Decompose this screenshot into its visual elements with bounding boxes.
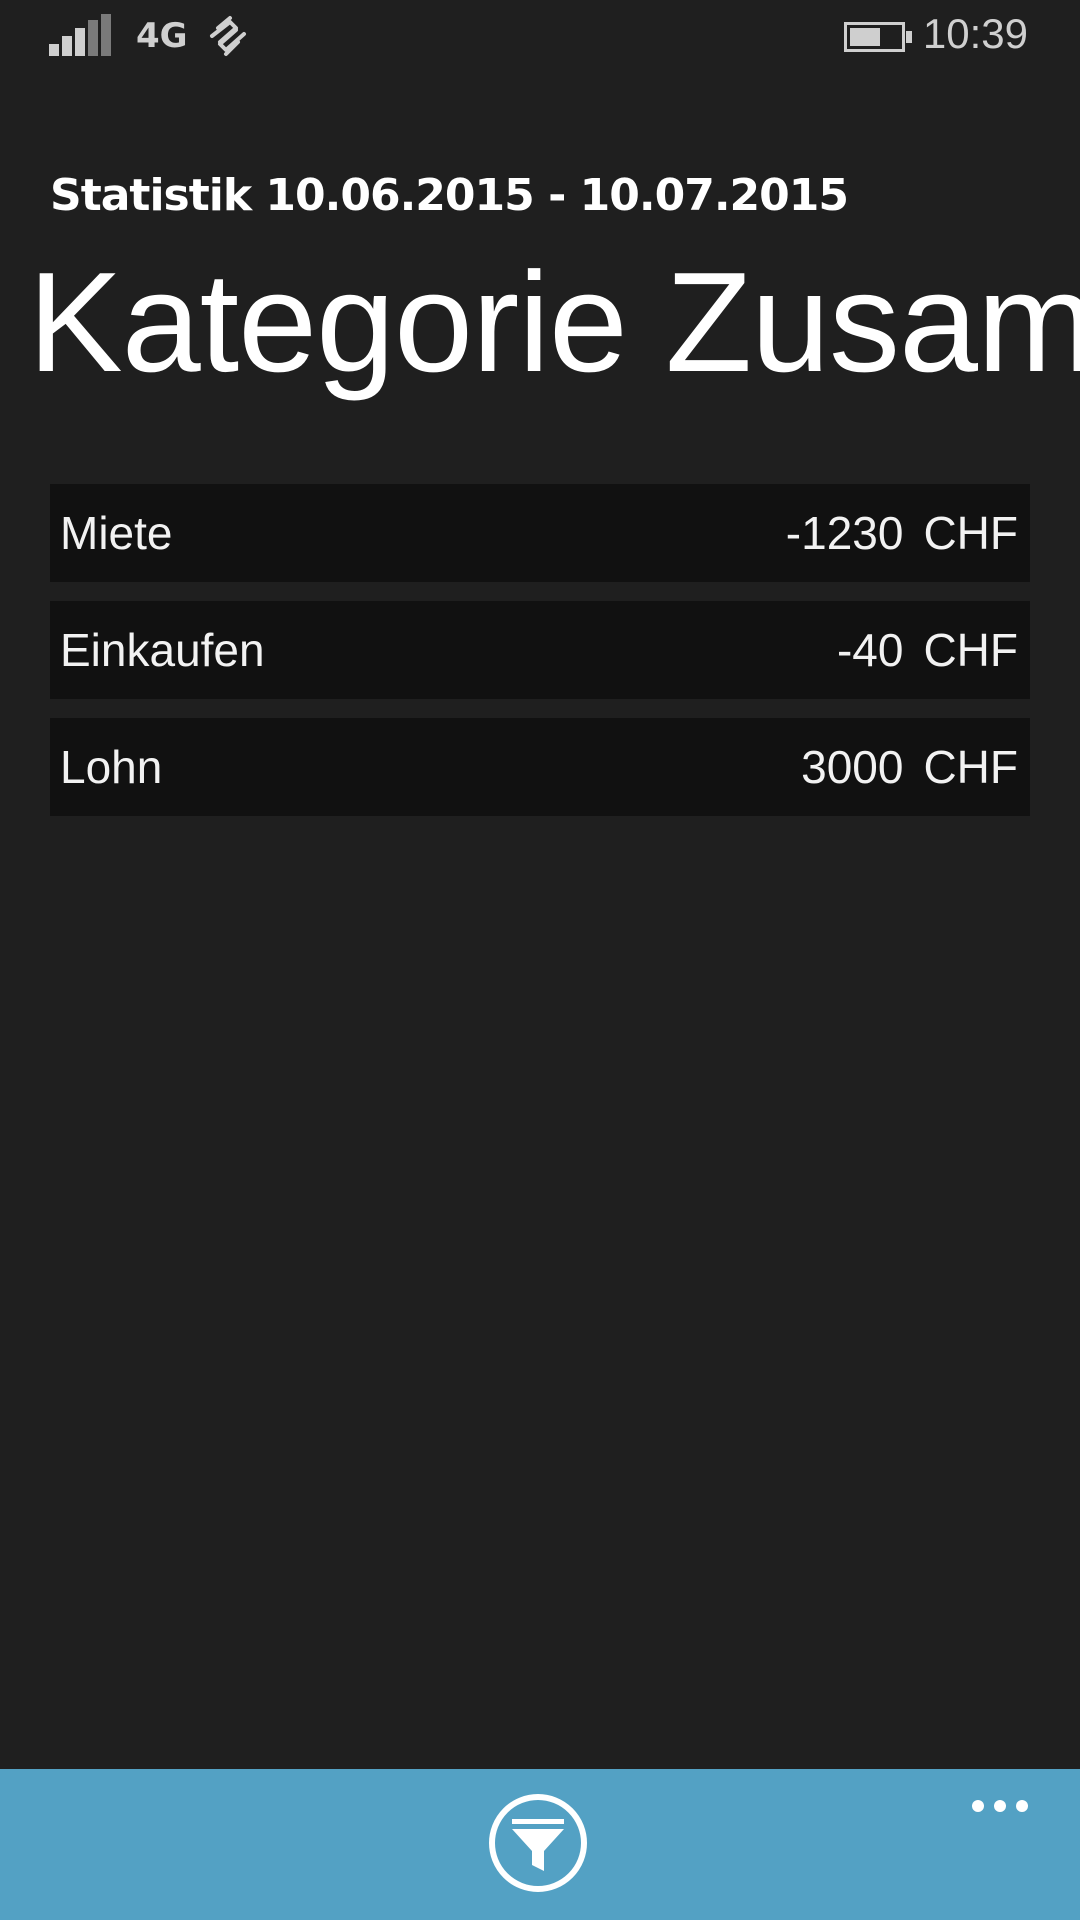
amount-value: 3000 bbox=[801, 741, 904, 793]
amount-value: -1230 bbox=[785, 507, 904, 559]
category-row-lohn[interactable]: Lohn 3000 CHF bbox=[50, 718, 1030, 816]
clock: 10:39 bbox=[922, 10, 1028, 57]
category-row-einkaufen[interactable]: Einkaufen -40 CHF bbox=[50, 601, 1030, 699]
page-title: Kategorie Zusam bbox=[28, 243, 1080, 402]
category-amount: 3000 CHF bbox=[801, 718, 1018, 816]
amount-currency: CHF bbox=[923, 507, 1018, 559]
app-bar bbox=[0, 1769, 1080, 1920]
network-type-label: 4G bbox=[136, 16, 188, 56]
battery-icon bbox=[844, 22, 912, 52]
category-amount: -40 CHF bbox=[837, 601, 1018, 699]
statistics-period-subtitle: Statistik 10.06.2015 - 10.07.2015 bbox=[50, 170, 849, 221]
filter-icon[interactable] bbox=[488, 1793, 588, 1893]
amount-currency: CHF bbox=[923, 741, 1018, 793]
status-bar: 4G 10:39 bbox=[0, 0, 1080, 72]
category-name: Miete bbox=[60, 507, 173, 559]
signal-strength-icon bbox=[49, 14, 111, 56]
category-name: Einkaufen bbox=[60, 624, 265, 676]
category-name: Lohn bbox=[60, 741, 163, 793]
more-options-icon[interactable] bbox=[968, 1791, 1032, 1821]
category-row-miete[interactable]: Miete -1230 CHF bbox=[50, 484, 1030, 582]
category-summary-list: Miete -1230 CHF Einkaufen -40 CHF Lohn 300… bbox=[50, 484, 1030, 835]
amount-value: -40 bbox=[836, 624, 904, 676]
data-transfer-icon bbox=[210, 16, 246, 56]
category-amount: -1230 CHF bbox=[786, 484, 1018, 582]
amount-currency: CHF bbox=[923, 624, 1018, 676]
